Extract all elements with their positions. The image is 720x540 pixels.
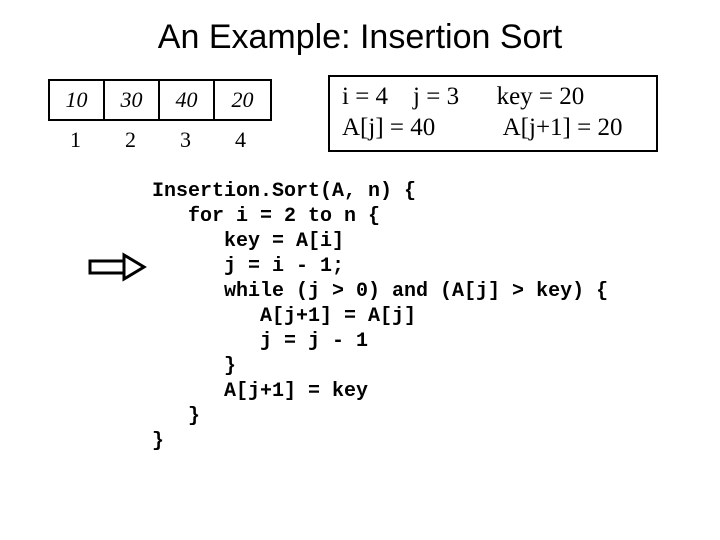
page-title: An Example: Insertion Sort	[0, 0, 720, 65]
cell-4: 20	[215, 81, 270, 119]
pointer-arrow-icon	[88, 252, 148, 282]
status-line-2: A[j] = 40 A[j+1] = 20	[342, 112, 644, 143]
code-block: Insertion.Sort(A, n) { for i = 2 to n { …	[0, 179, 720, 454]
cell-3: 40	[160, 81, 215, 119]
index-4: 4	[213, 127, 268, 153]
index-3: 3	[158, 127, 213, 153]
index-2: 2	[103, 127, 158, 153]
array-cells: 10 30 40 20	[48, 79, 272, 121]
cell-1: 10	[50, 81, 105, 119]
array-block: 10 30 40 20 1 2 3 4	[42, 79, 272, 153]
cell-2: 30	[105, 81, 160, 119]
index-1: 1	[48, 127, 103, 153]
status-line-1: i = 4 j = 3 key = 20	[342, 81, 644, 112]
example-row: 10 30 40 20 1 2 3 4 i = 4 j = 3 key = 20…	[0, 75, 720, 153]
index-row: 1 2 3 4	[48, 127, 272, 153]
status-box: i = 4 j = 3 key = 20 A[j] = 40 A[j+1] = …	[328, 75, 658, 152]
